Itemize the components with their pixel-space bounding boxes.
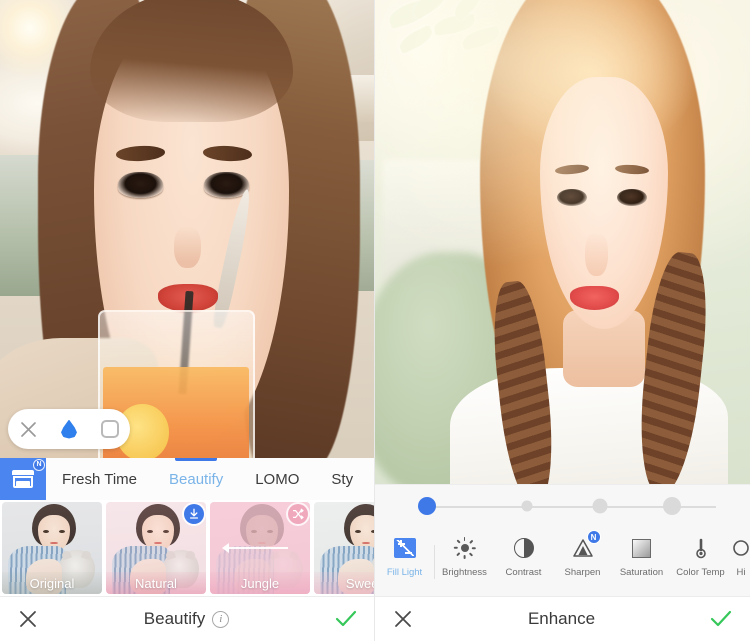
tab-list[interactable]: Fresh Time Beautify LOMO Sty <box>46 458 374 500</box>
cancel-button[interactable] <box>18 609 38 629</box>
tool-sharpen[interactable]: N Sharpen <box>553 529 612 595</box>
tool-contrast[interactable]: Contrast <box>494 529 553 595</box>
filter-label: Natural <box>106 572 206 594</box>
brightness-icon <box>452 535 478 561</box>
filter-item-natural[interactable]: Natural <box>106 502 206 594</box>
slider-dot-0[interactable] <box>418 497 436 515</box>
color-temp-icon <box>688 535 714 561</box>
tool-highlight[interactable]: Hi <box>730 529 750 595</box>
tool-label: Saturation <box>619 567 664 578</box>
fill-light-icon <box>392 535 418 561</box>
tool-label: Fill Light <box>386 567 423 578</box>
filter-item-jungle[interactable]: Jungle <box>210 502 310 594</box>
right-photo-preview[interactable] <box>375 0 750 484</box>
filter-item-sweet[interactable]: Sweet <box>314 502 374 594</box>
enhance-tool-list[interactable]: Fill Light Brightness Contrast N Sharpen… <box>375 527 750 597</box>
info-icon[interactable]: i <box>212 610 230 628</box>
highlight-icon <box>730 535 750 561</box>
tool-fill-light[interactable]: Fill Light <box>375 529 434 595</box>
page-title: Beautify i <box>143 609 230 629</box>
tab-lomo[interactable]: LOMO <box>239 458 315 500</box>
right-action-bar: Enhance <box>375 596 750 641</box>
floating-tool-pill <box>8 409 130 449</box>
enhance-screen: Fill Light Brightness Contrast N Sharpen… <box>375 0 750 641</box>
tool-label: Sharpen <box>564 567 601 578</box>
tab-beautify[interactable]: Beautify <box>153 458 239 500</box>
water-drop-icon[interactable] <box>54 414 84 444</box>
slider-dot-3[interactable] <box>663 497 681 515</box>
tool-label: Contrast <box>505 567 542 578</box>
filter-label: Original <box>2 572 102 594</box>
contrast-icon <box>511 535 537 561</box>
filter-label: Sweet <box>314 572 374 594</box>
app-root: N Fresh Time Beautify LOMO Sty Original … <box>0 0 750 641</box>
filter-shuffle-icon[interactable] <box>288 504 308 524</box>
tool-label: Brightness <box>442 567 487 578</box>
tool-brightness[interactable]: Brightness <box>435 529 494 595</box>
filter-category-tabs: N Fresh Time Beautify LOMO Sty <box>0 458 374 500</box>
page-title-text: Enhance <box>527 609 596 628</box>
saturation-icon <box>629 535 655 561</box>
filter-store-button[interactable]: N <box>0 458 46 500</box>
tool-color-temp[interactable]: Color Temp <box>671 529 730 595</box>
filter-label: Jungle <box>210 572 310 594</box>
tab-fresh-time[interactable]: Fresh Time <box>46 458 153 500</box>
filter-thumbnail-strip[interactable]: Original Natural Jungle Swe <box>0 500 374 596</box>
filter-item-original[interactable]: Original <box>2 502 102 594</box>
store-new-badge: N <box>33 459 45 471</box>
tool-label: Color Temp <box>676 567 725 578</box>
filter-download-icon[interactable] <box>184 504 204 524</box>
intensity-slider[interactable] <box>375 485 750 527</box>
tab-style[interactable]: Sty <box>315 458 369 500</box>
left-photo-preview[interactable] <box>0 0 374 470</box>
confirm-button[interactable] <box>335 609 357 629</box>
slider-dot-2[interactable] <box>592 498 608 514</box>
swipe-left-hint-icon <box>222 542 288 554</box>
tool-saturation[interactable]: Saturation <box>612 529 671 595</box>
sharpen-new-badge: N <box>586 530 601 544</box>
left-action-bar: Beautify i <box>0 596 374 641</box>
close-icon[interactable] <box>13 414 43 444</box>
confirm-button[interactable] <box>710 609 732 629</box>
rounded-square-icon[interactable] <box>95 414 125 444</box>
page-title-text: Beautify <box>143 609 206 628</box>
beautify-screen: N Fresh Time Beautify LOMO Sty Original … <box>0 0 375 641</box>
enhance-controls: Fill Light Brightness Contrast N Sharpen… <box>375 484 750 596</box>
sharpen-icon: N <box>570 530 601 561</box>
store-icon <box>12 470 34 488</box>
tool-label: Hi <box>736 567 746 578</box>
page-title: Enhance <box>528 609 595 629</box>
cancel-button[interactable] <box>393 609 413 629</box>
slider-dot-1[interactable] <box>521 500 533 512</box>
